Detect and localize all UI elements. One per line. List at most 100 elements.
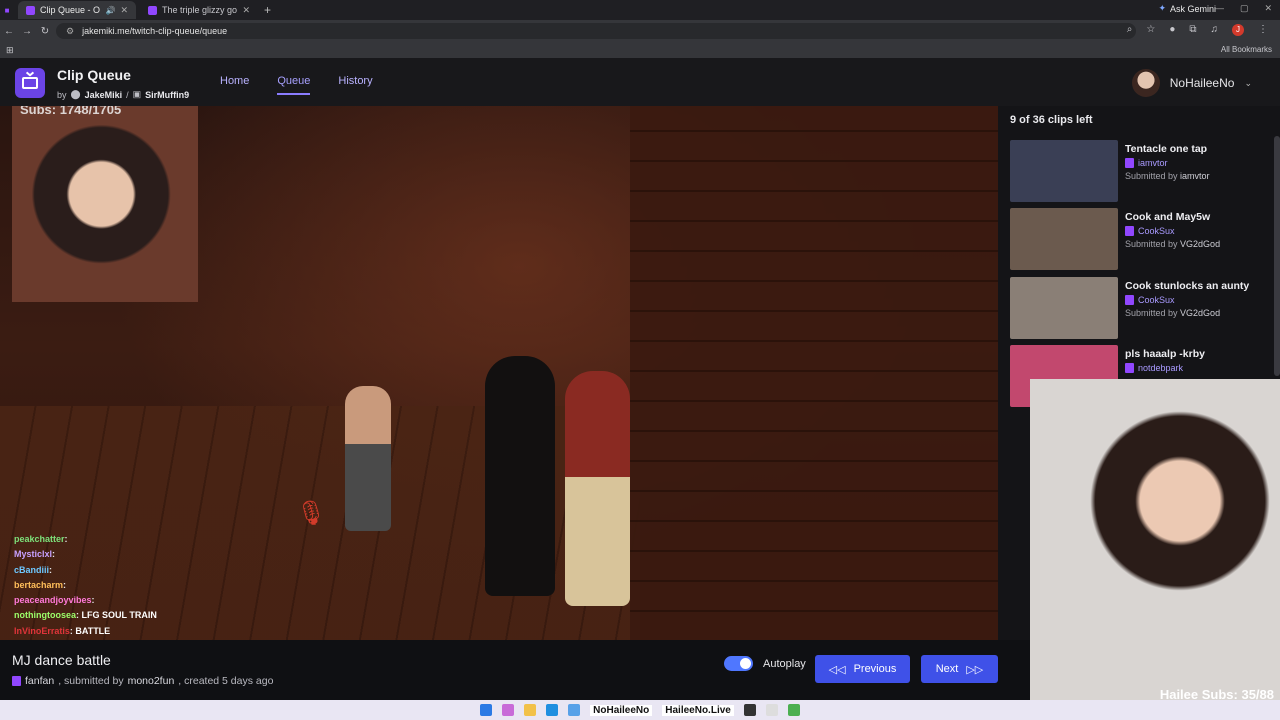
chat-username: bertacharm xyxy=(14,579,64,590)
chat-separator: : xyxy=(64,534,68,544)
url-field[interactable]: ⚙ jakemiki.me/twitch-clip-queue/queue xyxy=(56,23,1136,39)
nav-home[interactable]: Home xyxy=(220,75,249,95)
app-icon[interactable] xyxy=(765,704,778,716)
nav-history[interactable]: History xyxy=(338,75,372,95)
chat-separator: : xyxy=(63,579,67,590)
byline: by ⬤ JakeMiki / ▣ SirMuffin9 xyxy=(57,89,189,100)
chat-overlay: peakchatter: Mysticlxl: cBandiii: bertac… xyxy=(14,532,157,639)
submitted-by-text: , submitted by xyxy=(58,675,124,687)
queue-item-channel: iamvtor xyxy=(1125,158,1168,168)
channel-name: iamvtor xyxy=(1138,158,1168,168)
queue-scrollbar[interactable] xyxy=(1274,136,1280,376)
twitch-icon xyxy=(1125,226,1134,236)
reload-icon[interactable]: ↻ xyxy=(36,26,54,37)
author-link-jakemiki[interactable]: JakeMiki xyxy=(85,90,123,100)
twitch-favicon-icon xyxy=(26,5,35,15)
speaker-icon[interactable]: 🔊 xyxy=(105,6,115,15)
apps-grid-icon[interactable]: ⊞ xyxy=(6,45,14,56)
windows-start-icon[interactable] xyxy=(480,704,493,716)
clip-thumbnail xyxy=(1010,208,1118,270)
file-explorer-icon[interactable] xyxy=(524,704,537,716)
tab-clip-queue[interactable]: Clip Queue - Open 🔊 ✕ xyxy=(18,1,136,19)
chat-username: InVinoErratis xyxy=(14,625,70,636)
clip-title: MJ dance battle xyxy=(12,652,111,668)
next-button[interactable]: Next ▷▷ xyxy=(921,655,998,683)
video-player[interactable]: Subs: 1748/1705 🎙 peakchatter: Mysticlxl… xyxy=(0,106,998,640)
twitch-icon xyxy=(1125,363,1134,373)
video-character xyxy=(565,371,630,606)
profile-avatar[interactable]: J xyxy=(1232,24,1244,36)
submitted-by-label: Submitted by xyxy=(1125,239,1178,249)
submitter-name: VG2dGod xyxy=(1180,308,1221,318)
channel-name: CookSux xyxy=(1138,295,1175,305)
chat-username: nothingtoosea xyxy=(14,610,76,621)
queue-item[interactable]: Cook stunlocks an aunty CookSux Submitted … xyxy=(1010,277,1272,339)
twitch-favicon-icon xyxy=(148,5,157,15)
video-character xyxy=(345,386,391,531)
github-icon: ⬤ xyxy=(70,89,81,99)
close-window-icon[interactable]: ✕ xyxy=(1264,3,1272,14)
previous-label: Previous xyxy=(853,663,897,675)
previous-button[interactable]: ◁◁ Previous xyxy=(815,655,910,683)
chat-message: LFG SOUL TRAIN xyxy=(81,610,157,621)
next-icon: ▷▷ xyxy=(966,663,984,676)
maximize-icon[interactable]: ▢ xyxy=(1240,3,1249,14)
main-nav: Home Queue History xyxy=(220,75,373,95)
clip-queue-logo-icon[interactable] xyxy=(15,68,45,98)
video-wall xyxy=(630,106,998,640)
twitch-icon: ▣ xyxy=(132,89,142,99)
all-bookmarks[interactable]: All Bookmarks xyxy=(1221,45,1272,54)
queue-item[interactable]: Tentacle one tap iamvtor Submitted by iamv… xyxy=(1010,140,1272,202)
app-icon[interactable] xyxy=(787,704,800,716)
address-bar: ← → ↻ ⚙ jakemiki.me/twitch-clip-queue/qu… xyxy=(0,20,1280,42)
chat-separator: : xyxy=(91,595,95,606)
close-icon[interactable]: ✕ xyxy=(242,5,250,16)
minimize-icon[interactable]: — xyxy=(1215,3,1224,14)
menu-icon[interactable]: ⋮ xyxy=(1258,24,1268,36)
bookmark-star-icon[interactable]: ☆ xyxy=(1146,24,1155,36)
submitted-by-label: Submitted by xyxy=(1125,308,1178,318)
queue-item-submitter: Submitted by iamvtor xyxy=(1125,171,1210,181)
streamer-facecam: Hailee Subs: 35/88 xyxy=(1030,379,1280,702)
forward-icon[interactable]: → xyxy=(18,26,36,37)
edge-icon[interactable] xyxy=(546,704,559,716)
twitch-icon xyxy=(12,676,21,686)
overlay-handle-twitch: NoHaileeNo xyxy=(590,704,653,716)
chat-username: peaceandjoyvibes xyxy=(14,595,92,606)
streamer-webcam: Subs: 1748/1705 xyxy=(12,106,198,302)
overlay-handle-instagram: HaileeNo.Live xyxy=(662,704,734,716)
autoplay-toggle[interactable] xyxy=(724,656,753,671)
extension-icon[interactable]: ● xyxy=(1169,24,1175,36)
chat-line: nothingtoosea: LFG SOUL TRAIN xyxy=(14,608,157,623)
nav-queue[interactable]: Queue xyxy=(277,75,311,95)
channel-name: notdebpark xyxy=(1138,363,1184,373)
tab-search-icon[interactable]: ■ xyxy=(0,6,14,15)
previous-icon: ◁◁ xyxy=(828,663,846,676)
back-icon[interactable]: ← xyxy=(0,26,18,37)
extensions-puzzle-icon[interactable]: ⧉ xyxy=(1189,24,1196,36)
chat-line: Mysticlxl: xyxy=(14,547,157,562)
app-icon[interactable] xyxy=(743,704,756,716)
media-icon[interactable]: ♫ xyxy=(1211,24,1219,36)
zoom-icon[interactable]: ⌕ xyxy=(1127,24,1133,36)
next-label: Next xyxy=(935,663,959,675)
clip-thumbnail xyxy=(1010,277,1118,339)
copilot-icon[interactable] xyxy=(502,704,515,716)
toolbar-icons: ⌕ ☆ ● ⧉ ♫ J ⋮ xyxy=(1127,24,1268,36)
clip-thumbnail xyxy=(1010,140,1118,202)
chat-username: Mysticlxl xyxy=(14,549,53,560)
close-icon[interactable]: ✕ xyxy=(120,5,128,16)
site-info-icon[interactable]: ⚙ xyxy=(66,26,74,37)
user-menu[interactable]: NoHaileeNo ⌄ xyxy=(1131,69,1252,97)
tab-twitch[interactable]: The triple glizzy gobbler - Twit ✕ xyxy=(140,1,258,19)
ask-gemini-button[interactable]: ✦ Ask Gemini xyxy=(1158,3,1216,14)
author-link-sirmuffin9[interactable]: SirMuffin9 xyxy=(145,90,189,100)
queue-item[interactable]: Cook and May5w CookSux Submitted by VG2dGo… xyxy=(1010,208,1272,270)
clip-channel-link[interactable]: fanfan xyxy=(25,675,54,687)
new-tab-icon[interactable]: + xyxy=(264,3,271,17)
chat-username: cBandiii xyxy=(14,564,50,575)
autoplay-control: Autoplay xyxy=(724,656,806,671)
queue-item-channel: notdebpark xyxy=(1125,363,1183,373)
queue-item-title: Cook and May5w xyxy=(1125,211,1211,223)
app-icon[interactable] xyxy=(568,704,581,716)
